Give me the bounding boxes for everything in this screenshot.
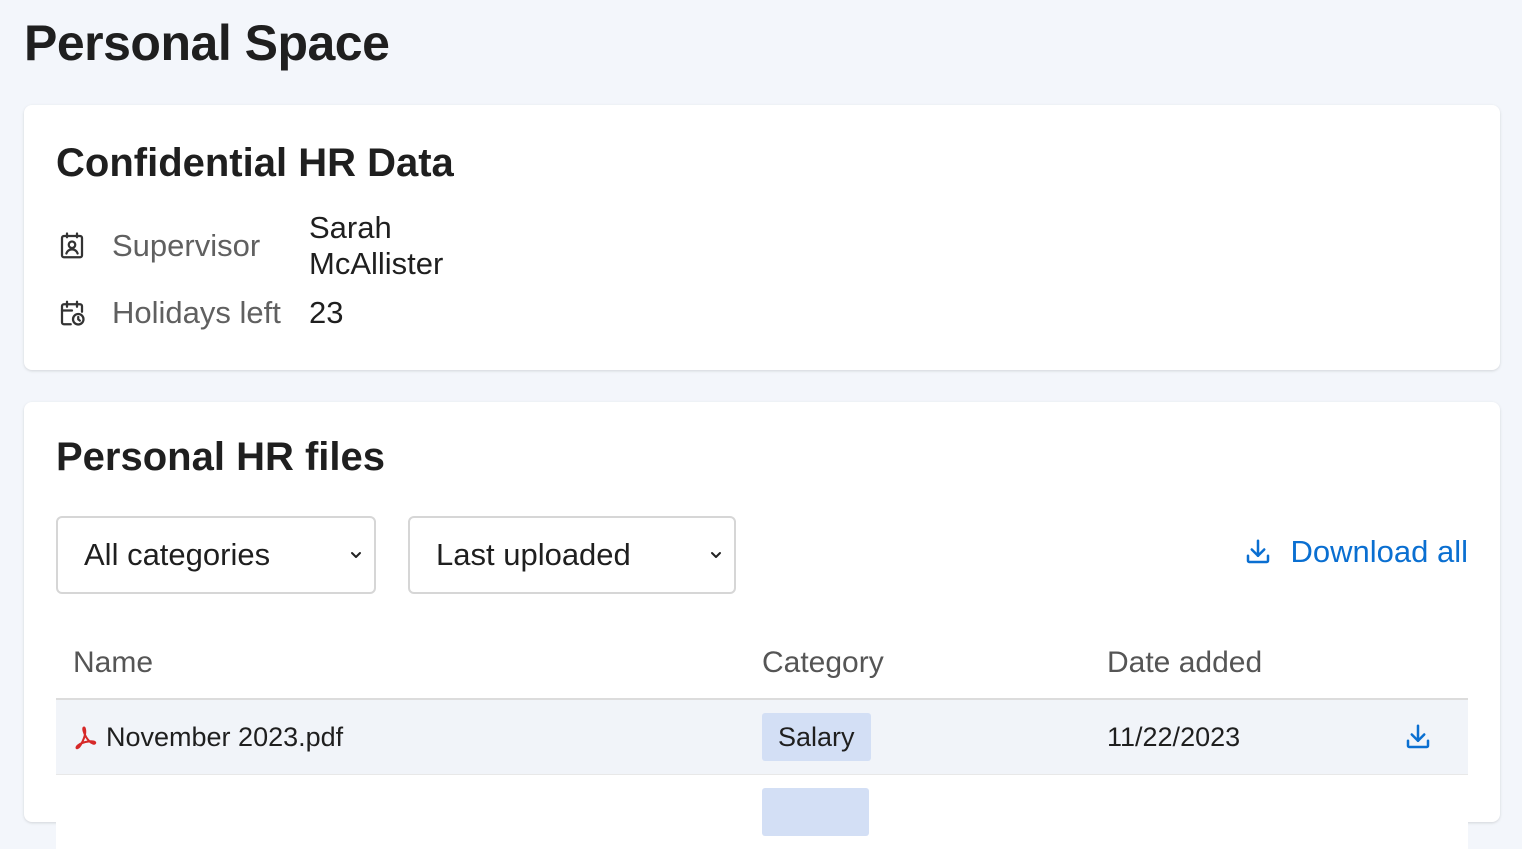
table-row[interactable] xyxy=(56,774,1468,849)
category-cell: Salary xyxy=(762,700,871,774)
category-badge xyxy=(762,788,869,836)
page-title: Personal Space xyxy=(24,15,390,71)
confidential-hr-card: Confidential HR Data Supervisor Sarah Mc… xyxy=(24,105,1500,370)
holidays-value: 23 xyxy=(309,295,344,330)
sort-select-value: Last uploaded xyxy=(436,537,631,572)
download-icon xyxy=(1403,722,1433,752)
download-file-button[interactable] xyxy=(1403,700,1433,774)
card-title: Personal HR files xyxy=(56,435,386,479)
pdf-icon xyxy=(72,724,98,750)
holidays-label: Holidays left xyxy=(112,295,281,330)
download-icon xyxy=(1243,537,1273,567)
column-header-name[interactable]: Name xyxy=(73,646,153,680)
column-header-category[interactable]: Category xyxy=(762,646,884,680)
chevron-down-icon xyxy=(351,552,361,558)
file-name-cell[interactable]: November 2023.pdf xyxy=(72,700,343,774)
contact-card-icon xyxy=(56,230,88,262)
card-title: Confidential HR Data xyxy=(56,141,454,185)
category-cell xyxy=(762,775,869,849)
files-table: Name Category Date added November 2023.p… xyxy=(56,634,1468,849)
date-cell: 11/22/2023 xyxy=(1107,700,1240,774)
column-header-date[interactable]: Date added xyxy=(1107,646,1262,680)
table-row[interactable]: November 2023.pdf Salary 11/22/2023 xyxy=(56,700,1468,774)
download-all-button[interactable]: Download all xyxy=(1243,534,1469,570)
category-select[interactable]: All categories xyxy=(56,516,376,594)
chevron-down-icon xyxy=(711,552,721,558)
holidays-row: Holidays left 23 xyxy=(56,293,343,333)
date-added: 11/22/2023 xyxy=(1107,721,1241,752)
table-header: Name Category Date added xyxy=(56,634,1468,700)
hr-files-card: Personal HR files All categories Last up… xyxy=(24,402,1500,849)
file-name: November 2023.pdf xyxy=(106,721,344,752)
category-badge: Salary xyxy=(762,713,871,761)
download-all-label: Download all xyxy=(1290,534,1469,569)
sort-select[interactable]: Last uploaded xyxy=(408,516,736,594)
supervisor-label: Supervisor xyxy=(112,228,261,263)
supervisor-value: Sarah McAllister xyxy=(309,210,444,281)
supervisor-row: Supervisor Sarah McAllister xyxy=(56,210,443,281)
calendar-clock-icon xyxy=(56,297,88,329)
category-select-value: All categories xyxy=(84,537,271,572)
